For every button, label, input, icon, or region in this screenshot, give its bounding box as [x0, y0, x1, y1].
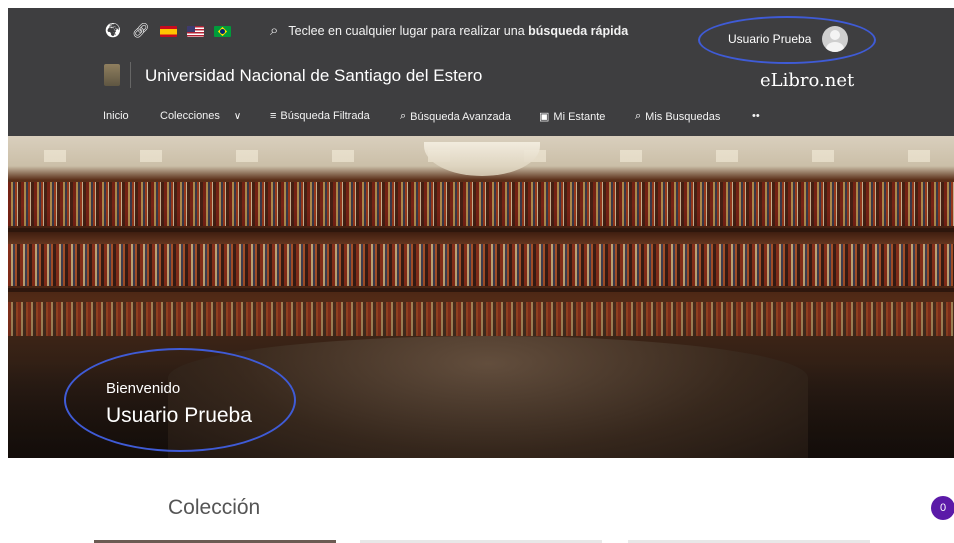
- university-name[interactable]: Universidad Nacional de Santiago del Est…: [145, 66, 482, 86]
- link-icon[interactable]: 🔗︎: [132, 24, 150, 38]
- nav-busqueda-filtrada-label: Búsqueda Filtrada: [280, 110, 370, 122]
- hero-image-shelves: [8, 244, 954, 286]
- page: 🌍︎ 🔗︎ ⌕ Teclee en cualquier lugar para r…: [8, 8, 954, 543]
- filter-sliders-icon: ≡: [270, 110, 277, 122]
- language-switcher: 🌍︎ 🔗︎: [104, 24, 231, 38]
- nav-busqueda-avanzada[interactable]: ⌕ Búsqueda Avanzada: [400, 110, 511, 123]
- hero-image-shelves: [8, 302, 954, 336]
- site-header: 🌍︎ 🔗︎ ⌕ Teclee en cualquier lugar para r…: [8, 8, 954, 136]
- user-name[interactable]: Usuario Prueba: [728, 32, 811, 46]
- divider: [130, 62, 131, 88]
- briefcase-icon: ▣: [539, 111, 550, 123]
- nav-colecciones-label: Colecciones: [160, 110, 220, 122]
- top-bar: 🌍︎ 🔗︎ ⌕ Teclee en cualquier lugar para r…: [8, 8, 954, 64]
- nav-mis-busquedas[interactable]: ⌕ Mis Busquedas: [635, 110, 720, 123]
- quick-search-hint-text: Teclee en cualquier lugar para realizar …: [288, 24, 628, 38]
- welcome-user-name: Usuario Prueba: [106, 404, 252, 427]
- annotation-circle: [64, 348, 296, 452]
- welcome-greeting: Bienvenido: [106, 380, 181, 397]
- chevron-down-icon: ∨: [233, 110, 242, 122]
- quick-search-hint-prefix: Teclee en cualquier lugar para realizar …: [288, 23, 529, 38]
- nav-more[interactable]: ••: [752, 110, 760, 122]
- hero-image-rail: [8, 228, 954, 232]
- section-title: Colección: [168, 496, 261, 519]
- search-icon: ⌕: [270, 22, 279, 39]
- nav-inicio[interactable]: Inicio: [103, 110, 129, 122]
- quick-search-hint[interactable]: ⌕ Teclee en cualquier lugar para realiza…: [270, 22, 628, 39]
- nav-inicio-label: Inicio: [103, 110, 129, 122]
- nav-busqueda-avanzada-label: Búsqueda Avanzada: [410, 110, 511, 123]
- brand-row: Universidad Nacional de Santiago del Est…: [8, 60, 954, 100]
- more-icon: ••: [752, 110, 760, 122]
- flag-es-icon[interactable]: [159, 25, 177, 37]
- nav-mis-busquedas-label: Mis Busquedas: [645, 110, 721, 123]
- university-crest-icon: [104, 64, 120, 86]
- hero-image-chandelier: [424, 142, 540, 176]
- hero-image-rail: [8, 288, 954, 292]
- nav-mi-estante[interactable]: ▣ Mi Estante: [539, 110, 606, 124]
- flag-br-icon[interactable]: [213, 25, 231, 37]
- notification-badge[interactable]: 0: [931, 496, 954, 520]
- nav-busqueda-filtrada[interactable]: ≡ Búsqueda Filtrada: [270, 110, 370, 122]
- flag-us-icon[interactable]: [186, 25, 204, 37]
- search-icon: ⌕: [635, 110, 642, 122]
- nav-mi-estante-label: Mi Estante: [553, 110, 606, 123]
- nav-colecciones[interactable]: Colecciones ∨: [160, 110, 241, 122]
- user-menu[interactable]: Usuario Prueba: [698, 16, 876, 64]
- main-nav: Inicio Colecciones ∨ ≡ Búsqueda Filtrada…: [8, 104, 954, 132]
- avatar[interactable]: [822, 26, 848, 52]
- quick-search-hint-bold: búsqueda rápida: [528, 23, 629, 38]
- hero-banner: Bienvenido Usuario Prueba: [8, 136, 954, 458]
- elibro-logo[interactable]: eLibro.net: [760, 70, 854, 91]
- hero-image-shelves: [8, 182, 954, 226]
- search-icon: ⌕: [400, 110, 407, 122]
- welcome-message: Bienvenido Usuario Prueba: [64, 348, 296, 452]
- globe-icon[interactable]: 🌍︎: [104, 24, 122, 38]
